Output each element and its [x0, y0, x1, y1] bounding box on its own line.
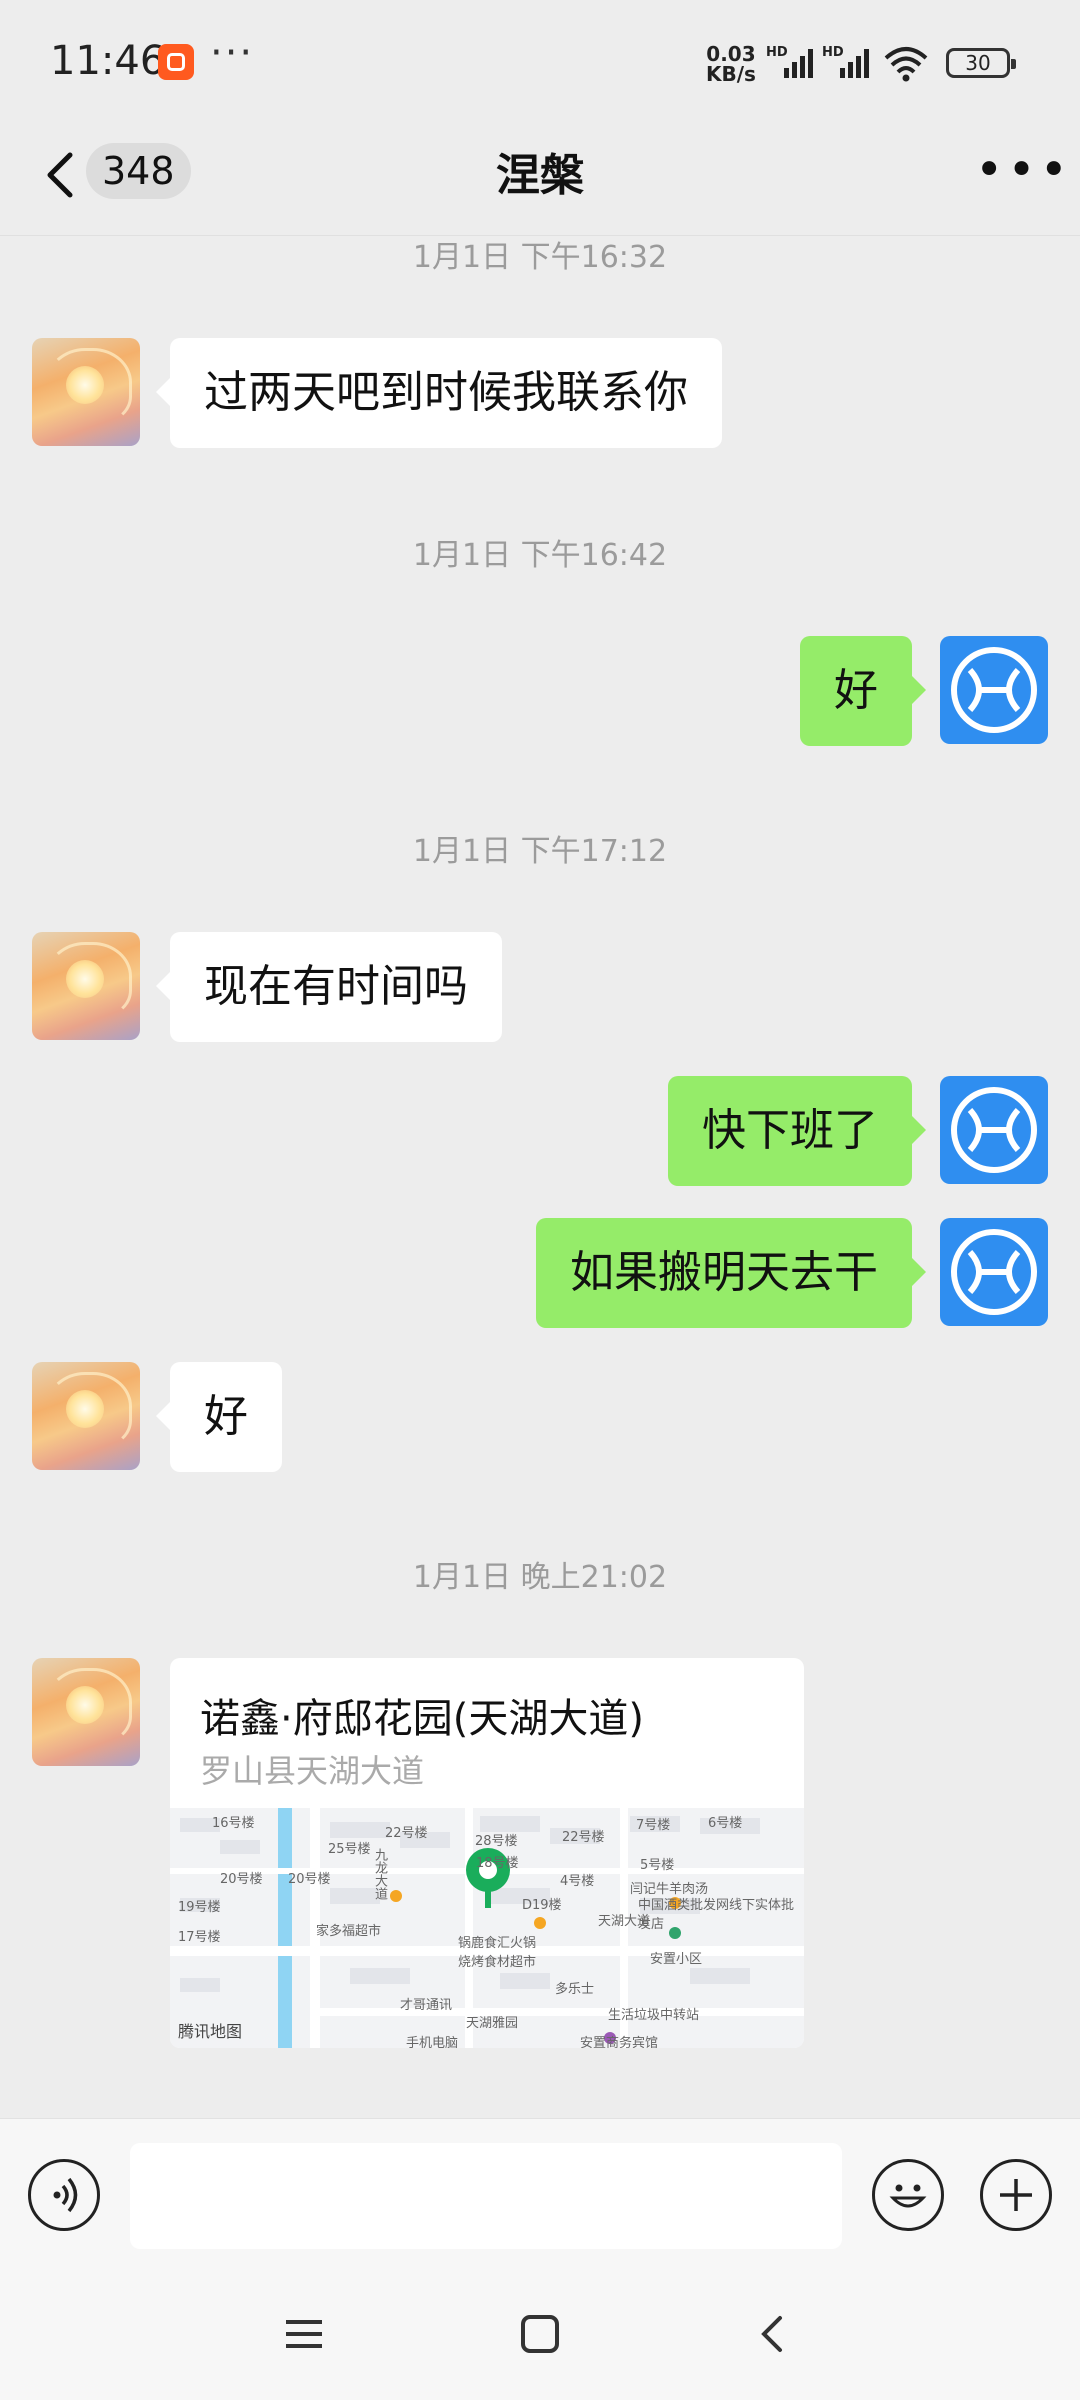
map-preview[interactable]: 16号楼 25号楼 22号楼 20号楼 19号楼 17号楼 九龙大道 28号楼 … — [170, 1808, 804, 2048]
incoming-message[interactable]: 过两天吧到时候我联系你 — [156, 338, 722, 448]
input-bar — [0, 2118, 1080, 2281]
incoming-message[interactable]: 好 — [156, 1362, 282, 1472]
message-input[interactable] — [130, 2143, 842, 2249]
contact-avatar[interactable] — [32, 932, 140, 1040]
location-message-card[interactable]: 诺鑫·府邸花园(天湖大道) 罗山县天湖大道 16号楼 25号楼 22号楼 20号… — [170, 1658, 804, 2048]
contact-avatar[interactable] — [32, 1362, 140, 1470]
tencent-map-logo: 腾讯地图 — [178, 2022, 243, 2041]
timestamp: 1月1日 下午16:32 — [412, 240, 668, 275]
chat-title: 涅槃 — [496, 150, 584, 201]
svg-text:HD: HD — [766, 45, 788, 60]
timestamp: 1月1日 下午16:42 — [412, 538, 668, 573]
status-time: 11:46 — [50, 38, 166, 84]
contact-avatar[interactable] — [32, 338, 140, 446]
network-speed: 0.03 KB/s — [706, 42, 756, 86]
location-address: 罗山县天湖大道 — [200, 1752, 425, 1790]
chat-header: 348 涅槃 ••• — [0, 125, 1080, 236]
status-bar: 11:46 ··· 0.03 KB/s HD HD 30 — [0, 0, 1080, 125]
add-more-icon[interactable] — [980, 2159, 1052, 2231]
my-avatar[interactable] — [940, 636, 1048, 744]
more-options-icon[interactable]: ••• — [975, 146, 1072, 194]
battery-icon: 30 — [946, 48, 1016, 78]
timestamp: 1月1日 下午17:12 — [412, 834, 668, 869]
outgoing-message[interactable]: 快下班了 — [668, 1076, 926, 1186]
emoji-icon[interactable] — [872, 2159, 944, 2231]
my-avatar[interactable] — [940, 1218, 1048, 1326]
more-notifications-icon: ··· — [210, 30, 255, 76]
voice-input-icon[interactable] — [28, 2159, 100, 2231]
signal-strength-icon: HD — [822, 45, 869, 78]
timestamp: 1月1日 晚上21:02 — [412, 1560, 668, 1595]
back-icon[interactable] — [752, 2312, 796, 2356]
svg-text:HD: HD — [822, 45, 844, 60]
system-nav-bar — [0, 2280, 1080, 2400]
home-icon[interactable] — [518, 2312, 562, 2356]
outgoing-message[interactable]: 好 — [800, 636, 926, 746]
location-name: 诺鑫·府邸花园(天湖大道) — [200, 1696, 644, 1742]
kuaishou-app-icon — [158, 44, 194, 80]
outgoing-message[interactable]: 如果搬明天去干 — [536, 1218, 926, 1328]
contact-avatar[interactable] — [32, 1658, 140, 1766]
wifi-icon — [884, 47, 928, 82]
my-avatar[interactable] — [940, 1076, 1048, 1184]
menu-icon[interactable] — [282, 2312, 326, 2356]
signal-strength-icon: HD — [766, 45, 813, 78]
incoming-message[interactable]: 现在有时间吗 — [156, 932, 502, 1042]
